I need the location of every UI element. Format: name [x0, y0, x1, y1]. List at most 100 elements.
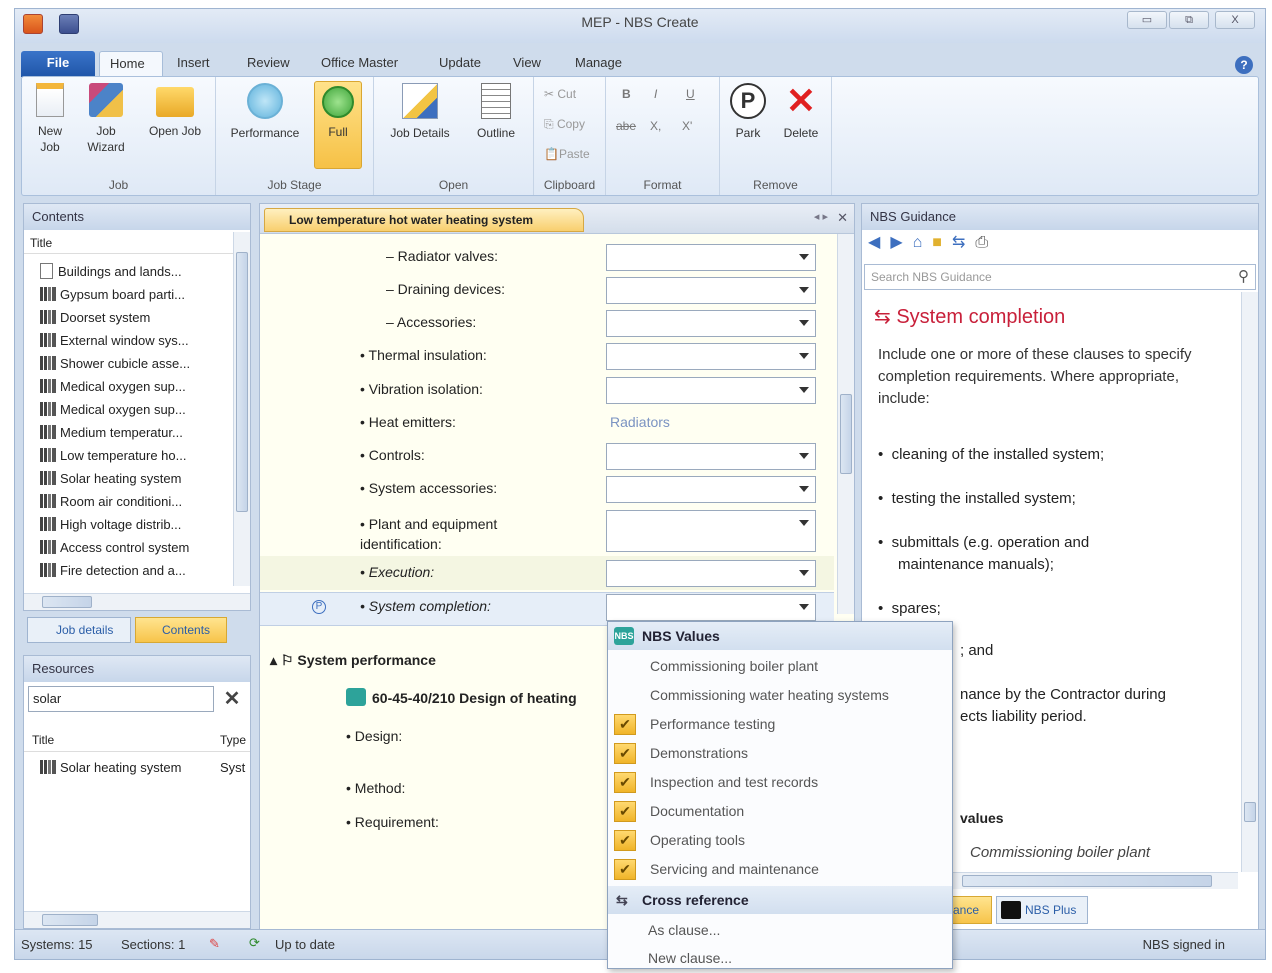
menu-item[interactable]: ✔ Demonstrations — [608, 739, 952, 768]
tab-contents[interactable]: Contents — [135, 617, 227, 643]
search-icon[interactable]: ⚲ — [1238, 265, 1249, 289]
tab-update[interactable]: Update — [429, 51, 491, 77]
resources-col-title[interactable]: Title — [32, 728, 54, 752]
menu-item[interactable]: ✔ Performance testing — [608, 710, 952, 739]
performance-button[interactable]: Performance — [222, 83, 308, 141]
tab-job-details[interactable]: Job details — [27, 617, 131, 643]
outline-button[interactable]: Outline — [466, 83, 526, 141]
new-clause-item[interactable]: New clause... — [608, 944, 952, 973]
clause-header[interactable]: 60-45-40/210 Design of heating — [346, 688, 577, 706]
menu-item[interactable]: ✔ Documentation — [608, 797, 952, 826]
job-details-button[interactable]: Job Details — [382, 83, 458, 141]
contents-hscroll-thumb[interactable] — [42, 596, 92, 608]
accessories-dropdown[interactable] — [606, 310, 816, 337]
resources-search-input[interactable]: solar — [28, 686, 214, 712]
contents-vscroll-thumb[interactable] — [236, 252, 248, 512]
menu-item[interactable]: ✔ Operating tools — [608, 826, 952, 855]
tab-office-master[interactable]: Office Master — [311, 51, 408, 77]
list-item[interactable]: Medium temperatur... — [24, 421, 233, 444]
sync-icon[interactable]: ⇆ — [952, 234, 975, 251]
heat-emitters-value[interactable]: Radiators — [610, 414, 670, 430]
radiator-valves-dropdown[interactable] — [606, 244, 816, 271]
home-icon[interactable]: ⌂ — [913, 234, 933, 251]
contents-hscroll[interactable] — [24, 593, 250, 610]
editor-tab-nav-icon[interactable]: ◂ ▸ — [814, 210, 828, 223]
job-wizard-button[interactable]: Job Wizard — [82, 83, 130, 155]
resources-hscroll[interactable] — [24, 911, 250, 928]
menu-item[interactable]: ✔ Servicing and maintenance — [608, 855, 952, 884]
list-item[interactable]: Low temperature ho... — [24, 444, 233, 467]
section-header[interactable]: ▴ ⚐ System performance — [270, 652, 436, 669]
guidance-vscroll[interactable] — [1241, 292, 1258, 872]
tab-nbs-plus[interactable]: NBS Plus — [996, 896, 1088, 924]
clear-search-icon[interactable]: ✕ — [220, 686, 244, 712]
note-icon[interactable]: ■ — [932, 234, 952, 251]
list-item[interactable]: Solar heating system — [24, 467, 233, 490]
system-completion-dropdown[interactable] — [606, 594, 816, 621]
editor-vscroll-thumb[interactable] — [840, 394, 852, 474]
paste-button[interactable]: 📋Paste — [544, 147, 590, 161]
contents-column-header[interactable]: Title — [24, 232, 233, 254]
list-item[interactable]: Buildings and lands... — [24, 260, 233, 283]
editor-tab-close-icon[interactable]: ✕ — [837, 210, 848, 226]
status-signed-in[interactable]: NBS signed in — [1143, 937, 1225, 952]
print-icon[interactable]: ⎙ — [975, 234, 998, 251]
status-up-to-date[interactable]: Up to date — [275, 937, 335, 952]
italic-button[interactable]: I — [654, 87, 657, 101]
guidance-marker-icon[interactable]: P — [312, 600, 326, 614]
draining-devices-dropdown[interactable] — [606, 277, 816, 304]
guidance-hscroll-thumb[interactable] — [962, 875, 1212, 887]
guidance-values-item[interactable]: Commissioning boiler plant — [970, 844, 1150, 861]
park-button[interactable]: P Park — [724, 83, 772, 141]
subscript-button[interactable]: X, — [650, 119, 661, 133]
list-item[interactable]: Fire detection and a... — [24, 559, 233, 582]
tab-review[interactable]: Review — [237, 51, 300, 77]
editor-vscroll[interactable] — [837, 234, 854, 614]
plant-identification-dropdown[interactable] — [606, 510, 816, 552]
full-button[interactable]: Full — [314, 81, 362, 169]
list-item[interactable]: Doorset system — [24, 306, 233, 329]
help-icon[interactable]: ? — [1235, 56, 1253, 74]
thermal-insulation-dropdown[interactable] — [606, 343, 816, 370]
guidance-vscroll-thumb[interactable] — [1244, 802, 1256, 822]
back-icon[interactable]: ◀ — [868, 234, 890, 251]
resources-hscroll-thumb[interactable] — [42, 914, 98, 926]
system-accessories-dropdown[interactable] — [606, 476, 816, 503]
resource-row[interactable]: Solar heating system Syst — [24, 756, 250, 779]
superscript-button[interactable]: X' — [682, 119, 692, 133]
guidance-hscroll[interactable] — [952, 872, 1238, 889]
vibration-isolation-dropdown[interactable] — [606, 377, 816, 404]
tab-view[interactable]: View — [503, 51, 551, 77]
maximize-button[interactable]: ⧉ — [1169, 11, 1209, 29]
cut-button[interactable]: ✂ Cut — [544, 87, 576, 101]
controls-dropdown[interactable] — [606, 443, 816, 470]
list-item[interactable]: Room air conditioni... — [24, 490, 233, 513]
list-item[interactable]: High voltage distrib... — [24, 513, 233, 536]
tab-guidance[interactable]: ance — [952, 896, 992, 924]
bold-button[interactable]: B — [622, 87, 631, 101]
contents-vscroll[interactable] — [233, 232, 250, 586]
list-item[interactable]: Gypsum board parti... — [24, 283, 233, 306]
tab-file[interactable]: File — [21, 51, 95, 77]
tab-insert[interactable]: Insert — [167, 51, 220, 77]
list-item[interactable]: External window sys... — [24, 329, 233, 352]
menu-item[interactable]: Commissioning boiler plant — [608, 652, 952, 681]
list-item[interactable]: Medical oxygen sup... — [24, 398, 233, 421]
forward-icon[interactable]: ▶ — [890, 234, 912, 251]
underline-button[interactable]: U — [686, 87, 695, 101]
editor-tab[interactable]: Low temperature hot water heating system — [264, 208, 584, 232]
minimize-button[interactable]: ▭ — [1127, 11, 1167, 29]
close-window-button[interactable]: X — [1215, 11, 1255, 29]
sync-status-icon[interactable]: ⟳ — [249, 935, 260, 951]
as-clause-item[interactable]: As clause... — [608, 916, 952, 945]
execution-dropdown[interactable] — [606, 560, 816, 587]
tab-home[interactable]: Home — [99, 51, 163, 77]
open-job-button[interactable]: Open Job — [140, 83, 210, 139]
delete-button[interactable]: ✕ Delete — [776, 83, 826, 141]
copy-button[interactable]: ⎘ Copy — [544, 117, 585, 132]
list-item[interactable]: Shower cubicle asse... — [24, 352, 233, 375]
list-item[interactable]: Access control system — [24, 536, 233, 559]
tab-manage[interactable]: Manage — [565, 51, 632, 77]
new-job-button[interactable]: New Job — [28, 83, 72, 155]
cross-reference-item[interactable]: ⇆ Cross reference — [608, 886, 952, 914]
